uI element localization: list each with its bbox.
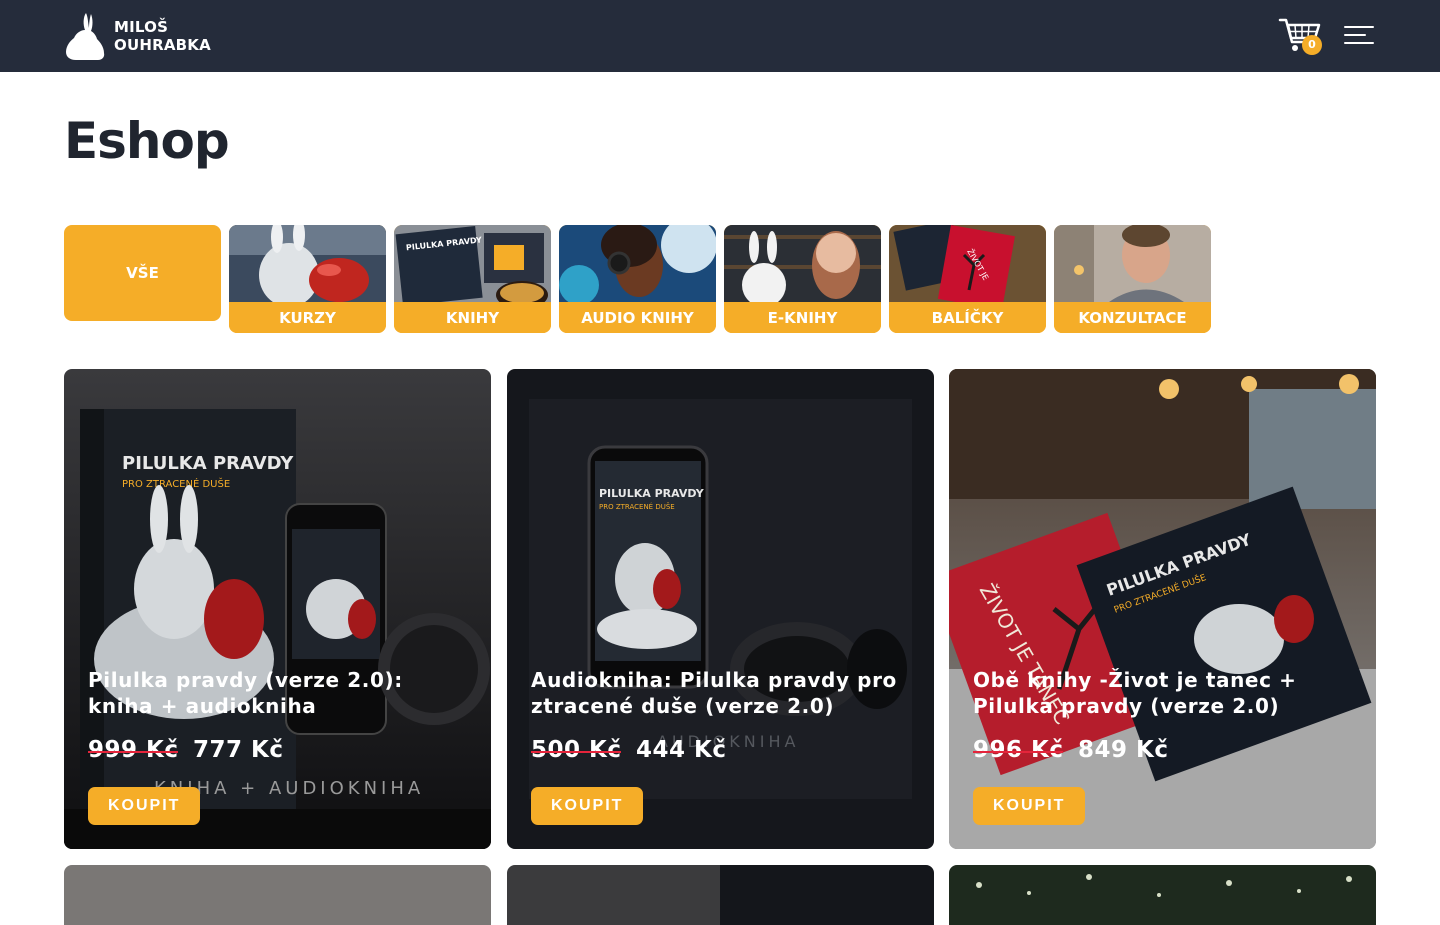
tab-kurzy[interactable]: KURZY	[229, 225, 386, 333]
tab-balicky[interactable]: ŽIVOT JE BALÍČKY	[889, 225, 1046, 333]
old-price: 999 Kč	[88, 737, 179, 763]
tab-konzultace[interactable]: KONZULTACE	[1054, 225, 1211, 333]
tab-label: VŠE	[126, 264, 159, 282]
tab-label: BALÍČKY	[889, 302, 1046, 333]
current-price: 777 Kč	[193, 737, 284, 763]
logo-line-1: MILOŠ	[114, 18, 169, 36]
product-price: 996 Kč 849 Kč	[973, 737, 1168, 763]
logo-text: MILOŠ OUHRABKA	[114, 18, 211, 54]
buy-button[interactable]: KOUPIT	[531, 787, 644, 825]
tab-e-knihy[interactable]: E-KNIHY	[724, 225, 881, 333]
product-price: 500 Kč 444 Kč	[531, 737, 726, 763]
product-card-partial[interactable]	[64, 865, 491, 925]
image-book-title: PILULKA PRAVDY	[122, 453, 294, 474]
buy-button[interactable]: KOUPIT	[973, 787, 1086, 825]
old-price: 500 Kč	[531, 737, 622, 763]
tab-all[interactable]: VŠE	[64, 225, 221, 321]
product-image: ŽIVOT JE TANEC PILULKA PRAVDY PRO ZTRACE…	[949, 369, 1376, 849]
hamburger-menu-icon[interactable]	[1344, 26, 1374, 46]
product-card-partial[interactable]	[949, 865, 1376, 925]
product-title: Audiokniha: Pilulka pravdy pro ztracené …	[531, 668, 897, 718]
product-title: Pilulka pravdy (verze 2.0): kniha + audi…	[88, 668, 403, 718]
cart-count-badge: 0	[1302, 35, 1322, 55]
tab-image: ŽIVOT JE	[889, 225, 1046, 302]
current-price: 444 Kč	[636, 737, 727, 763]
product-card[interactable]: PILULKA PRAVDY PRO ZTRACENÉ DUŠE KNIHA +…	[64, 369, 491, 849]
tab-image	[559, 225, 716, 302]
site-logo[interactable]: MILOŠ OUHRABKA	[64, 11, 211, 61]
cart-button[interactable]: 0	[1278, 16, 1324, 56]
product-price: 999 Kč 777 Kč	[88, 737, 283, 763]
image-book-subtitle: PRO ZTRACENÉ DUŠE	[122, 477, 230, 490]
tab-label: E-KNIHY	[724, 302, 881, 333]
tab-label: AUDIO KNIHY	[559, 302, 716, 333]
product-card[interactable]: PILULKA PRAVDY PRO ZTRACENÉ DUŠE AUDIOKN…	[507, 369, 934, 849]
tab-label: KONZULTACE	[1054, 302, 1211, 333]
product-card-partial[interactable]	[507, 865, 934, 925]
tab-image	[1054, 225, 1211, 302]
tab-label: KURZY	[229, 302, 386, 333]
tab-image	[229, 225, 386, 302]
image-book-subtitle: PRO ZTRACENÉ DUŠE	[599, 502, 675, 511]
product-image: PILULKA PRAVDY PRO ZTRACENÉ DUŠE KNIHA +…	[64, 369, 491, 849]
product-card[interactable]: ŽIVOT JE TANEC PILULKA PRAVDY PRO ZTRACE…	[949, 369, 1376, 849]
tab-image: PILULKA PRAVDY	[394, 225, 551, 302]
product-image: PILULKA PRAVDY PRO ZTRACENÉ DUŠE AUDIOKN…	[507, 369, 934, 849]
logo-line-2: OUHRABKA	[114, 36, 211, 54]
rabbit-logo-icon	[66, 13, 105, 60]
image-book-title: PILULKA PRAVDY	[599, 487, 705, 500]
page-title: Eshop	[64, 112, 230, 170]
tab-knihy[interactable]: PILULKA PRAVDY KNIHY	[394, 225, 551, 333]
tab-image	[724, 225, 881, 302]
tab-audio-knihy[interactable]: AUDIO KNIHY	[559, 225, 716, 333]
site-header: MILOŠ OUHRABKA 0	[0, 0, 1440, 72]
current-price: 849 Kč	[1078, 737, 1169, 763]
old-price: 996 Kč	[973, 737, 1064, 763]
tab-label: KNIHY	[394, 302, 551, 333]
buy-button[interactable]: KOUPIT	[88, 787, 201, 825]
product-title: Obě knihy -Život je tanec + Pilulka prav…	[973, 668, 1297, 718]
